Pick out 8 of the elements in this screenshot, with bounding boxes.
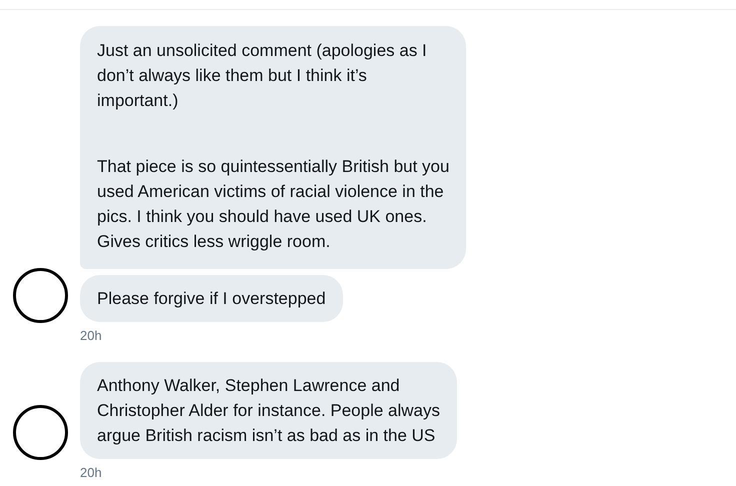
message-text: Just an unsolicited comment (apologies as I don’t always like them but I think it’s important.): [97, 40, 428, 112]
message-text: Please forgive if I overstepped: [97, 288, 326, 310]
message-text: Anthony Walker, Stephen Lawrence and Christopher Alder for instance. People always argue British racism isn’t as bad as in the US: [97, 375, 440, 447]
avatar: [13, 268, 68, 323]
timestamp: 20h: [80, 328, 103, 344]
timestamp: 20h: [80, 465, 103, 481]
avatar: [13, 405, 68, 460]
message-text: That piece is so quintessentially British but you used American victims of racial violence in the pics. I think you should have used UK ones. Gives critics less wriggle room.: [97, 156, 450, 253]
